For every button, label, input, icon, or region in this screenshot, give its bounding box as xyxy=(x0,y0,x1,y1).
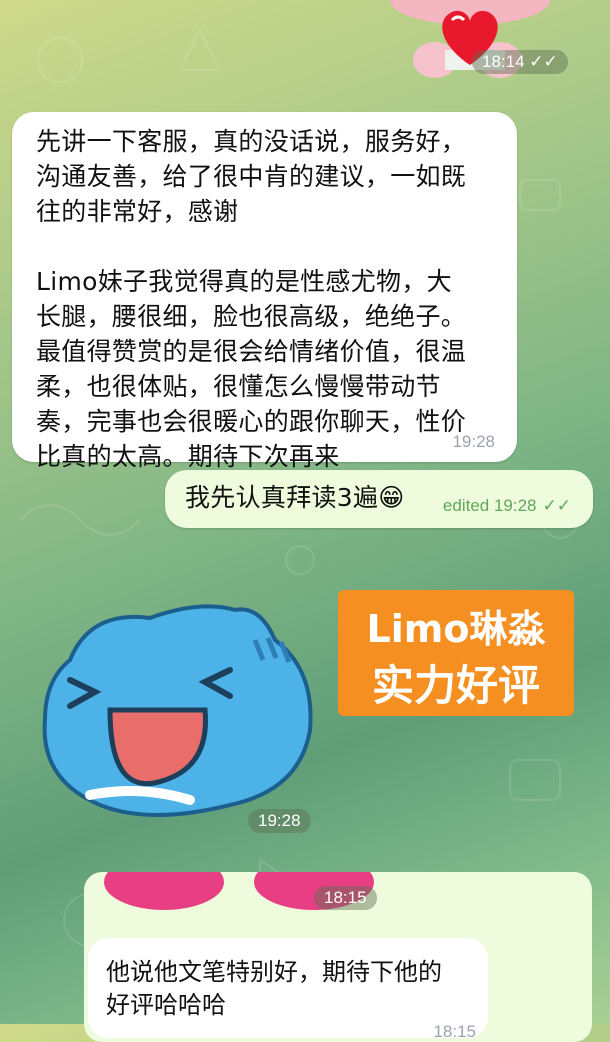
outgoing-message[interactable]: 我先认真拜读3遍😁 edited 19:28 ✓✓ xyxy=(165,470,593,528)
sticker-blue-cat[interactable] xyxy=(30,600,330,830)
sticker-timestamp: 18:14 ✓✓ xyxy=(472,50,568,74)
incoming-message[interactable]: 先讲一下客服，真的没话说，服务好， 沟通友善，给了很中肯的建议，一如既 往的非常… xyxy=(12,112,517,471)
double-check-icon: ✓✓ xyxy=(542,496,572,515)
message-text: 先讲一下客服，真的没话说，服务好， 沟通友善，给了很中肯的建议，一如既 往的非常… xyxy=(36,127,467,471)
sticker-heart[interactable] xyxy=(380,0,560,90)
edited-label: edited 19:28 xyxy=(442,496,537,515)
forwarded-text-bubble[interactable]: 他说他文笔特别好，期待下他的 好评哈哈哈 18:15 xyxy=(88,938,488,1041)
message-meta: edited 19:28 ✓✓ xyxy=(443,496,571,516)
review-badge-image[interactable]: Limo琳淼 实力好评 xyxy=(338,590,574,716)
sticker-timestamp: 19:28 xyxy=(248,809,311,833)
message-text: 他说他文笔特别好，期待下他的 好评哈哈哈 xyxy=(106,958,442,1019)
message-text: 我先认真拜读3遍😁 xyxy=(185,483,405,512)
message-time: 18:15 xyxy=(433,1022,476,1041)
double-check-icon: ✓✓ xyxy=(529,52,558,71)
sticker-timestamp: 18:15 xyxy=(314,886,377,910)
badge-line-2: 实力好评 xyxy=(371,661,540,710)
badge-line-1: Limo琳淼 xyxy=(366,607,546,651)
message-time: 19:28 xyxy=(452,432,495,451)
